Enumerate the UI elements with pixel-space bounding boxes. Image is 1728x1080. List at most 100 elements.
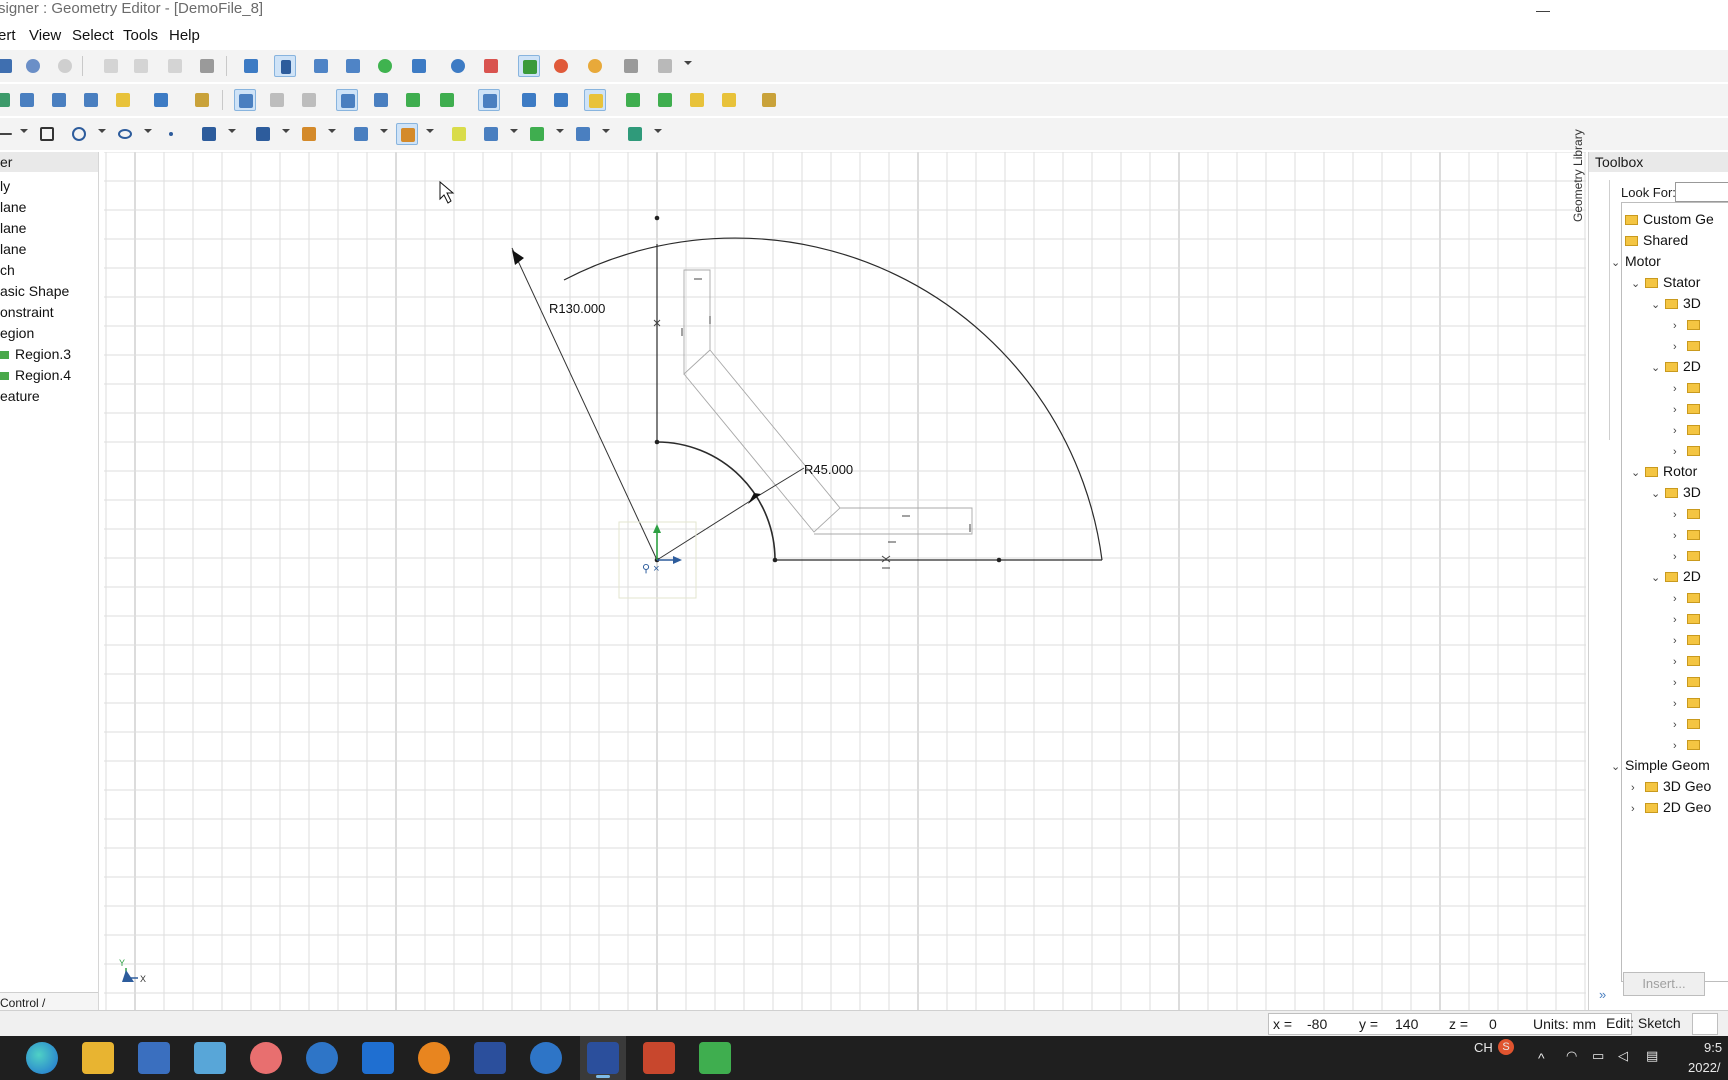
mesh-button[interactable] [624, 123, 646, 145]
view-iso2-button[interactable] [48, 89, 70, 111]
library-tree-item[interactable]: › 3D Geo [1631, 778, 1711, 794]
revolve-button[interactable] [654, 89, 676, 111]
pattern-circular-button[interactable] [572, 123, 594, 145]
tree-item-feature[interactable]: eature [0, 388, 40, 404]
chevron-down-icon[interactable]: ⌄ [1651, 298, 1661, 311]
trim-button[interactable] [518, 89, 540, 111]
chevron-right-icon[interactable]: › [1673, 341, 1683, 353]
library-tree-item[interactable]: › [1673, 673, 1705, 689]
copy-region-button[interactable] [526, 123, 548, 145]
circle-button[interactable] [68, 123, 90, 145]
library-tree-item[interactable]: › [1673, 631, 1705, 647]
wifi-icon[interactable]: ◠ [1566, 1048, 1577, 1064]
library-tree-item[interactable]: › [1673, 736, 1705, 752]
library-tree-item[interactable]: ⌄ Motor [1611, 253, 1661, 269]
view-iso4-button[interactable] [112, 89, 134, 111]
library-tree-item[interactable]: › [1673, 589, 1705, 605]
align-button[interactable] [298, 123, 320, 145]
calculator-icon[interactable] [138, 1042, 170, 1074]
chevron-right-icon[interactable]: › [1673, 509, 1683, 521]
active-sketch-tool-dropdown[interactable] [426, 129, 434, 133]
paste-button[interactable] [164, 55, 186, 77]
chevron-down-icon[interactable]: ⌄ [1611, 256, 1621, 269]
dimension-button[interactable] [252, 123, 274, 145]
chevron-right-icon[interactable]: › [1673, 551, 1683, 563]
minimize-button[interactable]: — [1536, 2, 1550, 18]
look-for-input[interactable] [1675, 182, 1728, 202]
library-tree-item[interactable]: › [1673, 652, 1705, 668]
library-tree-item[interactable]: › [1673, 400, 1705, 416]
inner-radius-label[interactable]: R45.000 [804, 462, 853, 477]
library-tree-item[interactable]: ⌄ Stator [1631, 274, 1700, 290]
rectangle-button[interactable] [36, 123, 58, 145]
chevron-down-icon[interactable]: ⌄ [1651, 571, 1661, 584]
zoom-box-button[interactable] [342, 55, 364, 77]
select-pointer-button[interactable] [274, 55, 296, 77]
library-tree-item[interactable]: Custom Ge [1611, 211, 1714, 227]
find-button[interactable] [447, 55, 469, 77]
window-arrange-button[interactable] [654, 55, 676, 77]
pan-button[interactable] [408, 55, 430, 77]
layer3-button[interactable] [402, 89, 424, 111]
library-tree-item[interactable]: › [1673, 442, 1705, 458]
pattern-grid-dropdown[interactable] [510, 129, 518, 133]
library-tree-item[interactable]: › [1673, 547, 1705, 563]
window-copy-button[interactable] [620, 55, 642, 77]
ellipse-button[interactable] [114, 123, 136, 145]
chevron-right-icon[interactable]: › [1673, 383, 1683, 395]
library-tree-item[interactable]: › [1673, 715, 1705, 731]
chevron-right-icon[interactable]: › [1673, 677, 1683, 689]
view-iso1-button[interactable] [16, 89, 38, 111]
layer4-button[interactable] [436, 89, 458, 111]
caution-button[interactable] [718, 89, 740, 111]
tree-item-sketch[interactable]: ch [0, 262, 15, 278]
library-tree-item[interactable]: ⌄ Rotor [1631, 463, 1697, 479]
copy-button[interactable] [130, 55, 152, 77]
outlook-icon[interactable] [362, 1042, 394, 1074]
library-tree-item[interactable]: › 2D Geo [1631, 799, 1711, 815]
battery-icon[interactable]: ▭ [1592, 1048, 1604, 1064]
tree-item-plane-3[interactable]: lane [0, 241, 26, 257]
menu-view[interactable]: View [29, 27, 61, 44]
library-tree-item[interactable]: › [1673, 421, 1705, 437]
clock-time[interactable]: 9:5 [1704, 1040, 1722, 1055]
warning-button[interactable] [686, 89, 708, 111]
plane-button[interactable] [191, 89, 213, 111]
tree-item-body[interactable]: ly [0, 178, 10, 194]
library-tree-item[interactable]: › [1673, 379, 1705, 395]
tree-item-plane-2[interactable]: lane [0, 220, 26, 236]
select-region-button[interactable] [584, 89, 606, 111]
properties-table-button[interactable] [150, 89, 172, 111]
clock-date[interactable]: 2022/ [1688, 1060, 1721, 1075]
extrude-button[interactable] [622, 89, 644, 111]
chevron-down-icon[interactable]: ⌄ [1631, 466, 1641, 479]
chevron-right-icon[interactable]: › [1673, 425, 1683, 437]
layer2-button[interactable] [370, 89, 392, 111]
chevron-down-icon[interactable]: ⌄ [1651, 361, 1661, 374]
notes-icon[interactable] [194, 1042, 226, 1074]
geometry-library-tab[interactable]: Geometry Library [1571, 129, 1609, 442]
powerpoint-icon[interactable] [643, 1042, 675, 1074]
chevron-down-icon[interactable]: ⌄ [1611, 760, 1621, 773]
pattern-grid-button[interactable] [480, 123, 502, 145]
library-tree-item[interactable]: ⌄ 2D [1651, 568, 1701, 584]
chevron-right-icon[interactable]: › [1673, 635, 1683, 647]
tree-item-region-4[interactable]: Region.4 [0, 367, 71, 383]
volume-icon[interactable]: ◁ [1618, 1048, 1628, 1064]
align-dropdown[interactable] [328, 129, 336, 133]
chevron-right-icon[interactable]: › [1673, 530, 1683, 542]
snap-box-button[interactable] [518, 55, 540, 77]
language-indicator[interactable]: CH [1474, 1040, 1493, 1055]
chevron-right-icon[interactable]: › [1673, 320, 1683, 332]
inner-arc[interactable] [656, 441, 776, 561]
chevron-right-icon[interactable]: › [1673, 614, 1683, 626]
outer-arc[interactable] [563, 237, 1103, 561]
layer1-button[interactable] [336, 89, 358, 111]
paint-icon[interactable] [250, 1042, 282, 1074]
constraint-dropdown[interactable] [228, 129, 236, 133]
pattern-circular-dropdown[interactable] [602, 129, 610, 133]
calculator-button[interactable] [480, 55, 502, 77]
edit-active-button[interactable] [478, 89, 500, 111]
library-tree-item[interactable]: › [1673, 694, 1705, 710]
region-button[interactable] [350, 123, 372, 145]
